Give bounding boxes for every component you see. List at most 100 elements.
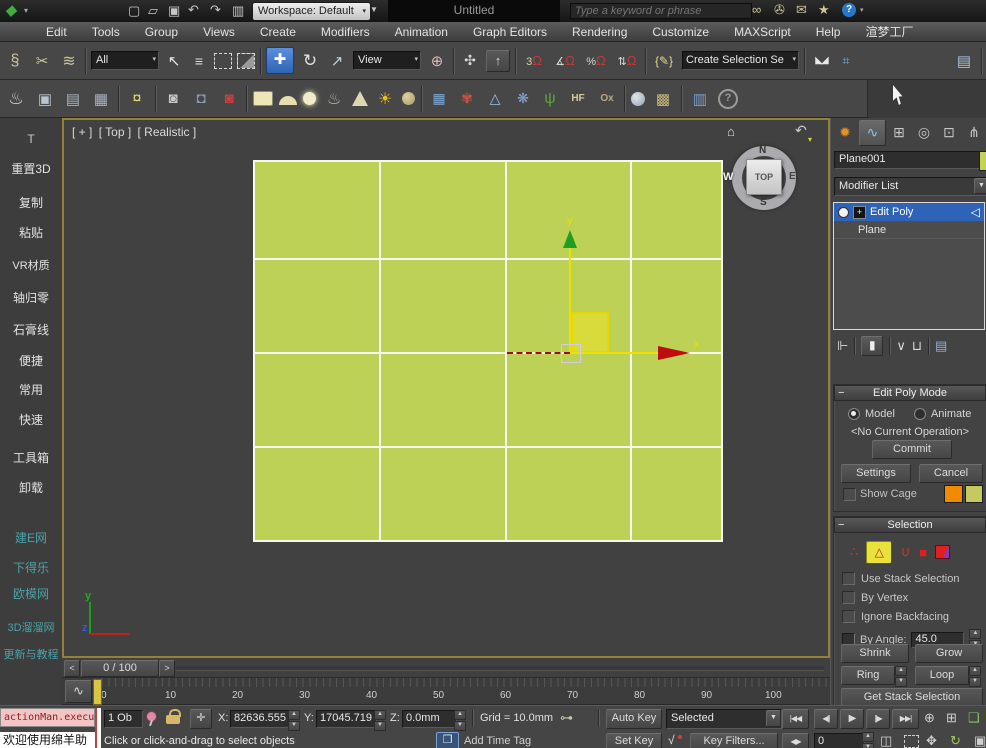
align-icon[interactable]: ⌗ [837, 53, 855, 69]
camera-night-icon[interactable]: ◘ [190, 90, 212, 107]
undo-icon[interactable]: ↶ [188, 2, 199, 18]
menu-tools[interactable]: Tools [92, 25, 120, 39]
x-spinner[interactable]: ▲▼ [288, 710, 300, 731]
make-unique-icon[interactable]: ∨ [896, 338, 906, 354]
sidebar-item-reset3d[interactable]: 重置3D [0, 160, 62, 177]
grow-button[interactable]: Grow [915, 644, 983, 663]
help-circle-icon[interactable]: ? [718, 89, 738, 109]
listener-line[interactable]: 欢迎使用绵羊助 [0, 732, 95, 748]
ring-spinner[interactable]: ▲▼ [895, 666, 907, 687]
vertex-subobject-icon[interactable]: ∴ [850, 544, 858, 560]
camera-physical-icon[interactable]: ◙ [218, 90, 240, 107]
current-frame-field[interactable]: 0 [814, 733, 865, 748]
material-buttons-icon[interactable]: ▩ [651, 90, 675, 108]
redo-icon[interactable]: ↷ [210, 2, 221, 18]
angle-snap-icon[interactable]: ∡Ω [552, 53, 578, 68]
set-key-button[interactable]: Set Key [606, 733, 662, 748]
mirror-icon[interactable]: ◣◢ [810, 55, 832, 66]
keyable-selected-dropdown[interactable]: Selected ▼ [666, 709, 782, 729]
mesh-teapot-icon[interactable]: ♨ [322, 89, 346, 109]
region-zoom-icon[interactable] [904, 735, 919, 748]
select-and-manipulate-icon[interactable]: ✣ [459, 52, 481, 69]
track-bar-ruler[interactable]: 0 10 20 30 40 50 60 70 80 90 100 [95, 678, 830, 705]
select-and-rotate-icon[interactable]: ↻ [299, 51, 321, 71]
viewcube-home-icon[interactable]: ⌂ [727, 124, 735, 139]
rendered-frame-window-icon[interactable]: ▣ [34, 90, 56, 108]
menu-graph-editors[interactable]: Graph Editors [473, 25, 547, 39]
layer-manager-icon[interactable]: ▤ [952, 52, 976, 70]
menu-maxscript[interactable]: MAXScript [734, 25, 791, 39]
dome-light-icon[interactable] [279, 96, 297, 105]
viewcube-south[interactable]: S [760, 197, 767, 208]
plane-object[interactable] [253, 160, 723, 542]
grid-key-icon[interactable]: ⊶ [560, 710, 573, 726]
cone-light-icon[interactable] [352, 91, 368, 106]
search-icon[interactable]: ∞ [752, 2, 761, 17]
hair-farm-icon[interactable]: HF [566, 93, 590, 104]
molecule-icon[interactable]: ✾ [456, 90, 478, 107]
particle-array-icon[interactable]: ▦ [428, 90, 450, 107]
select-and-scale-icon[interactable]: ↗ [326, 52, 348, 70]
time-slider-next-button[interactable]: > [159, 660, 175, 677]
sidebar-item-t[interactable]: T [0, 132, 62, 146]
sphere-gray-icon[interactable] [631, 92, 645, 106]
render-setup-icon[interactable]: ▤ [62, 90, 84, 108]
fur-icon[interactable]: Ox [596, 93, 618, 104]
add-time-tag[interactable]: Add Time Tag [464, 735, 531, 747]
sidebar-link-3dliuliu[interactable]: 3D溜溜网 [0, 619, 62, 635]
sidebar-link-updates[interactable]: 更新与教程 [0, 646, 62, 662]
menu-help[interactable]: Help [816, 25, 841, 39]
communication-icon[interactable]: ✉ [796, 2, 807, 18]
y-coordinate-field[interactable]: 17045.719 [316, 710, 377, 728]
z-coordinate-field[interactable]: 0.0mm [402, 710, 457, 728]
pan-hand-icon[interactable]: ✥ [926, 733, 937, 748]
window-crossing-icon[interactable] [237, 53, 255, 69]
menu-renmeng-plugin[interactable]: 渲梦工厂 [865, 23, 913, 40]
project-toggle-icon[interactable]: ▥ [232, 3, 244, 19]
ignore-backfacing-checkbox[interactable] [842, 610, 855, 623]
open-mini-curve-editor-button[interactable]: ∿ [65, 680, 92, 703]
selection-filter-dropdown[interactable]: All ▾ [91, 51, 159, 70]
current-frame-marker[interactable] [93, 679, 102, 705]
select-by-name-icon[interactable]: ≡ [189, 53, 209, 69]
show-cage-checkbox[interactable] [843, 488, 856, 501]
sidebar-link-oumo[interactable]: 欧模网 [0, 585, 62, 602]
menu-edit[interactable]: Edit [46, 25, 67, 39]
time-slider-prev-button[interactable]: < [64, 660, 80, 677]
viewport-menu-general[interactable]: [ + ] [72, 125, 92, 139]
named-selection-dropdown[interactable]: Create Selection Se ▾ [682, 51, 799, 70]
y-spinner[interactable]: ▲▼ [374, 710, 386, 731]
viewcube-top-face[interactable]: TOP [746, 159, 782, 195]
app-menu-arrow-icon[interactable]: ▾ [24, 6, 28, 15]
settings-button[interactable]: Settings [841, 464, 911, 483]
rollout-edit-poly-mode-header[interactable]: − Edit Poly Mode [834, 385, 986, 401]
rect-selection-region-icon[interactable] [214, 53, 232, 69]
isolate-toggle-button[interactable]: ❒ [436, 732, 459, 748]
pin-stack-icon[interactable]: ⊩ [837, 338, 848, 354]
viewcube-north[interactable]: N [759, 145, 766, 156]
menu-customize[interactable]: Customize [652, 25, 709, 39]
render-production-icon[interactable]: ♨ [4, 89, 28, 109]
script-loader-icon[interactable]: ▥ [688, 90, 712, 108]
grass-icon[interactable]: ψ [540, 90, 560, 108]
select-object-icon[interactable]: ↖ [164, 52, 184, 70]
light-lister-icon[interactable]: ¤ [125, 90, 149, 108]
viewport-top[interactable]: [ + ] [ Top ] [ Realistic ] y x [62, 118, 830, 658]
save-file-icon[interactable]: ▣ [168, 3, 180, 19]
selection-lock-icon[interactable] [166, 715, 180, 724]
loop-button[interactable]: Loop [915, 666, 969, 685]
previous-frame-button[interactable]: ◀|| [814, 709, 838, 729]
select-and-move-button[interactable]: ✚ [266, 47, 294, 74]
x-coordinate-field[interactable]: 82636.555 [230, 710, 291, 728]
sidebar-item-vray-material[interactable]: VR材质 [0, 257, 62, 273]
cancel-button[interactable]: Cancel [919, 464, 983, 483]
sidebar-item-quick[interactable]: 快速 [0, 411, 62, 428]
viewcube-orbit-icon[interactable]: ↶ [795, 122, 807, 139]
goto-end-button[interactable]: ▶▶| [892, 709, 919, 729]
key-mode-toggle-button[interactable]: ◀▶ [782, 733, 809, 748]
zoom-icon[interactable]: ⊕ [924, 710, 935, 726]
frame-spinner[interactable]: ▲▼ [862, 732, 874, 748]
noise-icon[interactable]: ❋ [512, 90, 534, 107]
viewcube-east[interactable]: E [789, 171, 796, 182]
absolute-mode-icon[interactable]: ✛ [190, 709, 212, 729]
